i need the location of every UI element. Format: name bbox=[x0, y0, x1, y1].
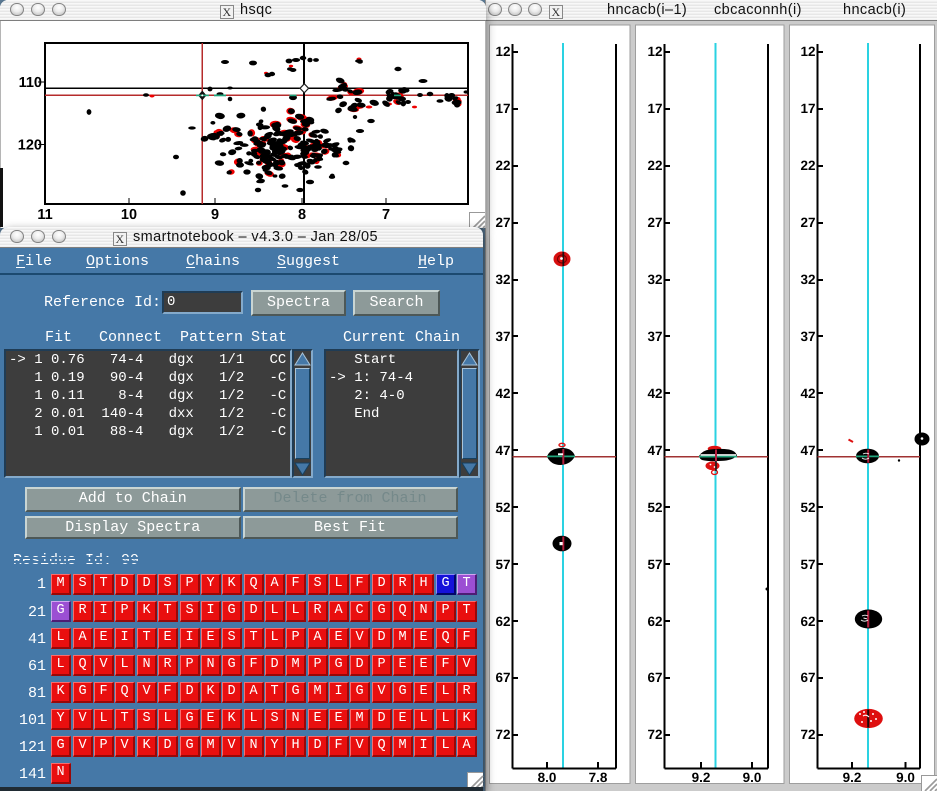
svg-text:42: 42 bbox=[495, 386, 510, 401]
svg-text:8.0: 8.0 bbox=[538, 770, 557, 785]
svg-text:9: 9 bbox=[211, 207, 219, 223]
svg-text:32: 32 bbox=[647, 272, 662, 287]
svg-text:27: 27 bbox=[800, 215, 815, 230]
svg-text:12: 12 bbox=[800, 44, 815, 59]
svg-text:7.8: 7.8 bbox=[589, 770, 608, 785]
svg-text:57: 57 bbox=[495, 557, 510, 572]
svg-text:7: 7 bbox=[382, 207, 390, 223]
svg-text:72: 72 bbox=[800, 727, 815, 742]
svg-text:12: 12 bbox=[647, 44, 662, 59]
svg-text:110: 110 bbox=[19, 75, 42, 91]
svg-text:47: 47 bbox=[800, 443, 815, 458]
svg-text:72: 72 bbox=[495, 727, 510, 742]
svg-text:37: 37 bbox=[800, 329, 815, 344]
svg-text:47: 47 bbox=[647, 443, 662, 458]
svg-text:62: 62 bbox=[647, 614, 662, 629]
svg-text:47: 47 bbox=[495, 443, 510, 458]
svg-text:22: 22 bbox=[647, 158, 662, 173]
svg-text:57: 57 bbox=[647, 557, 662, 572]
svg-text:62: 62 bbox=[495, 614, 510, 629]
svg-text:52: 52 bbox=[647, 500, 662, 515]
svg-text:72: 72 bbox=[647, 727, 662, 742]
svg-text:120: 120 bbox=[18, 137, 42, 153]
svg-text:27: 27 bbox=[647, 215, 662, 230]
svg-text:32: 32 bbox=[495, 272, 510, 287]
svg-text:37: 37 bbox=[495, 329, 510, 344]
svg-text:12: 12 bbox=[495, 44, 510, 59]
svg-text:17: 17 bbox=[800, 101, 815, 116]
svg-text:17: 17 bbox=[647, 101, 662, 116]
svg-text:42: 42 bbox=[647, 386, 662, 401]
svg-text:22: 22 bbox=[800, 158, 815, 173]
svg-text:11: 11 bbox=[37, 207, 52, 223]
svg-text:9.0: 9.0 bbox=[896, 770, 915, 785]
svg-text:27: 27 bbox=[495, 215, 510, 230]
svg-text:62: 62 bbox=[800, 614, 815, 629]
svg-text:9.2: 9.2 bbox=[692, 770, 711, 785]
svg-text:67: 67 bbox=[495, 670, 510, 685]
svg-text:32: 32 bbox=[800, 272, 815, 287]
svg-text:10: 10 bbox=[121, 207, 137, 223]
svg-text:67: 67 bbox=[800, 670, 815, 685]
svg-text:52: 52 bbox=[495, 500, 510, 515]
svg-text:22: 22 bbox=[495, 158, 510, 173]
svg-text:42: 42 bbox=[800, 386, 815, 401]
svg-text:57: 57 bbox=[800, 557, 815, 572]
svg-text:37: 37 bbox=[647, 329, 662, 344]
svg-text:52: 52 bbox=[800, 500, 815, 515]
svg-text:8: 8 bbox=[298, 207, 306, 223]
svg-text:9.0: 9.0 bbox=[743, 770, 762, 785]
svg-text:67: 67 bbox=[647, 670, 662, 685]
svg-text:17: 17 bbox=[495, 101, 510, 116]
svg-text:9.2: 9.2 bbox=[843, 770, 862, 785]
